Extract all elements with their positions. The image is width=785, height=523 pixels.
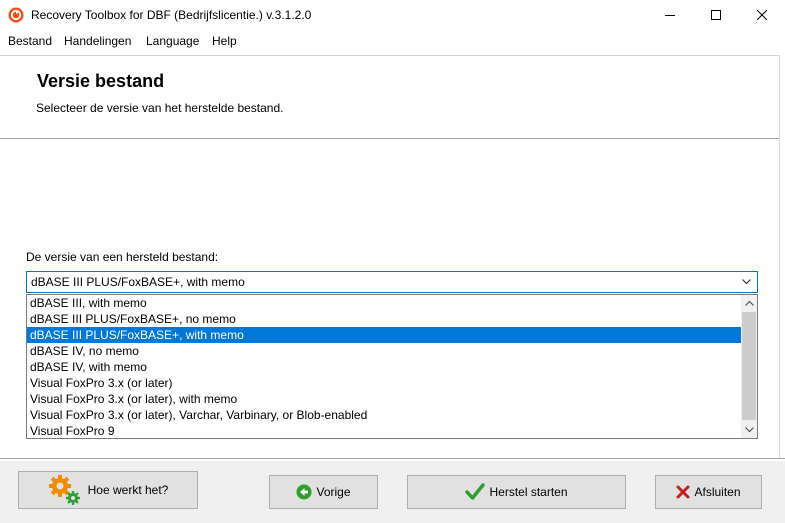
- maximize-icon: [711, 10, 721, 20]
- version-field-label: De versie van een hersteld bestand:: [26, 250, 219, 264]
- help-button-label: Hoe werkt het?: [87, 483, 169, 497]
- content-border: [779, 55, 780, 460]
- page-title: Versie bestand: [37, 71, 165, 91]
- menu-help[interactable]: Help: [212, 34, 237, 48]
- gears-icon: [48, 475, 80, 505]
- version-option[interactable]: dBASE IV, no memo: [27, 343, 742, 359]
- version-combobox-value: dBASE III PLUS/FoxBASE+, with memo: [31, 275, 245, 289]
- chevron-down-icon: [744, 427, 754, 433]
- menu-handelingen[interactable]: Handelingen: [64, 34, 131, 48]
- scroll-down-button[interactable]: [741, 422, 757, 438]
- version-dropdown-list: dBASE III, with memo dBASE III PLUS/FoxB…: [26, 294, 758, 439]
- maximize-button[interactable]: [693, 0, 739, 30]
- close-window-button[interactable]: [739, 0, 785, 30]
- arrow-left-icon: [296, 484, 312, 500]
- start-recovery-label: Herstel starten: [489, 485, 568, 499]
- exit-button[interactable]: Afsluiten: [655, 475, 762, 509]
- minimize-icon: [665, 15, 675, 16]
- window-title: Recovery Toolbox for DBF (Bedrijfslicent…: [31, 8, 312, 22]
- version-option[interactable]: dBASE III PLUS/FoxBASE+, no memo: [27, 311, 742, 327]
- version-option[interactable]: dBASE III, with memo: [27, 295, 742, 311]
- version-combobox[interactable]: dBASE III PLUS/FoxBASE+, with memo: [26, 271, 758, 293]
- minimize-button[interactable]: [647, 0, 693, 30]
- footer-bar: Hoe werkt het? Vorige Herstel starten Af…: [0, 461, 785, 523]
- header-panel: Versie bestand Selecteer de versie van h…: [0, 55, 780, 139]
- back-button-label: Vorige: [316, 485, 351, 499]
- menu-language[interactable]: Language: [146, 34, 199, 48]
- scroll-up-button[interactable]: [741, 295, 757, 311]
- menu-bestand[interactable]: Bestand: [8, 34, 52, 48]
- app-logo-icon: [8, 7, 24, 23]
- dropdown-scrollbar[interactable]: [741, 295, 757, 438]
- close-icon: [757, 10, 767, 20]
- version-option[interactable]: Visual FoxPro 9: [27, 423, 742, 438]
- back-button[interactable]: Vorige: [269, 475, 378, 509]
- exit-button-label: Afsluiten: [694, 485, 741, 499]
- chevron-down-icon: [742, 279, 751, 285]
- help-button[interactable]: Hoe werkt het?: [18, 471, 198, 509]
- version-option[interactable]: Visual FoxPro 3.x (or later): [27, 375, 742, 391]
- version-option[interactable]: Visual FoxPro 3.x (or later), with memo: [27, 391, 742, 407]
- chevron-up-icon: [744, 300, 754, 306]
- scrollbar-thumb[interactable]: [742, 312, 756, 420]
- checkmark-icon: [465, 483, 486, 500]
- title-bar: Recovery Toolbox for DBF (Bedrijfslicent…: [0, 0, 785, 30]
- menu-bar: Bestand Handelingen Language Help: [0, 30, 785, 51]
- version-option-selected[interactable]: dBASE III PLUS/FoxBASE+, with memo: [27, 327, 742, 343]
- version-option[interactable]: dBASE IV, with memo: [27, 359, 742, 375]
- x-icon: [676, 485, 690, 499]
- version-option[interactable]: Visual FoxPro 3.x (or later), Varchar, V…: [27, 407, 742, 423]
- page-subtitle: Selecteer de versie van het herstelde be…: [36, 101, 284, 115]
- start-recovery-button[interactable]: Herstel starten: [407, 475, 626, 509]
